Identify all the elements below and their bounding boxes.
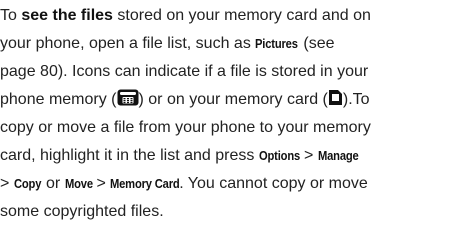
text-line-5: copy or move a file from your phone to y… <box>0 119 371 136</box>
text-line-2: your phone, open a file list, such as Pi… <box>0 30 459 58</box>
text-line-7: > Copy or Move > Memory Card. You cannot… <box>0 170 459 198</box>
text-line-4: phone memory ( ) or on your memory card … <box>0 89 370 108</box>
menu-term-move: Move <box>64 176 93 191</box>
emphasis-see-the-files: see the files <box>21 7 113 24</box>
menu-term-memory-card: Memory Card <box>110 176 180 191</box>
text-line-8: some copyrighted files. <box>0 203 164 220</box>
text-line-1: To see the files stored on your memory c… <box>0 7 371 24</box>
phone-memory-icon <box>117 89 138 106</box>
menu-term-manage: Manage <box>317 148 359 163</box>
manual-paragraph: To see the files stored on your memory c… <box>0 2 459 226</box>
menu-term-options: Options <box>258 148 300 163</box>
menu-term-pictures: Pictures <box>255 36 299 51</box>
menu-term-copy: Copy <box>13 176 42 191</box>
memory-card-icon <box>328 90 342 105</box>
text-line-6: card, highlight it in the list and press… <box>0 142 459 170</box>
text-line-3: page 80). Icons can indicate if a file i… <box>0 63 369 80</box>
